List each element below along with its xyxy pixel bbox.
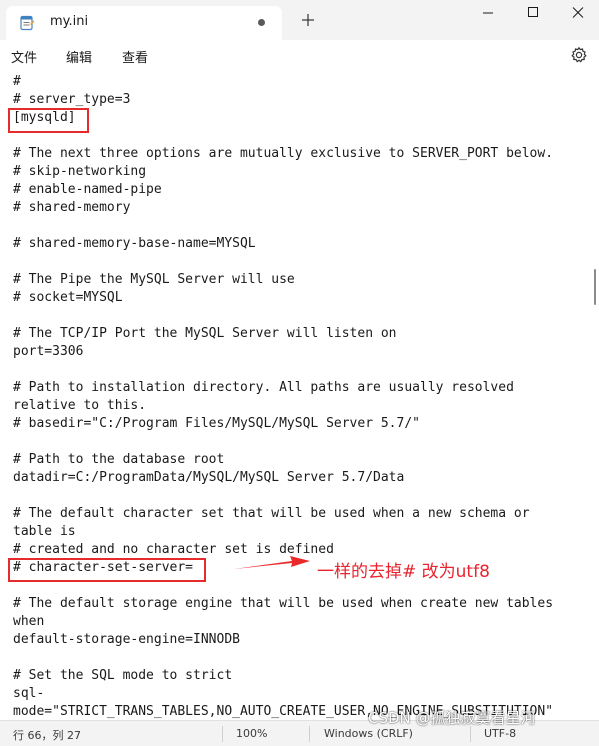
editor-line[interactable]: # enable-named-pipe [13, 181, 162, 199]
title-bar: my.ini [0, 0, 599, 40]
editor-line[interactable]: # basedir="C:/Program Files/MySQL/MySQL … [13, 415, 420, 433]
menu-file[interactable]: 文件 [11, 47, 37, 66]
editor-line[interactable]: sql- [13, 685, 44, 703]
menu-edit[interactable]: 编辑 [66, 47, 92, 66]
editor-line[interactable]: datadir=C:/ProgramData/MySQL/MySQL Serve… [13, 469, 404, 487]
maximize-icon [528, 7, 538, 17]
minimize-button[interactable] [467, 0, 509, 28]
status-divider [470, 726, 471, 742]
editor-line[interactable]: # skip-networking [13, 163, 146, 181]
document-tab[interactable]: my.ini [6, 6, 282, 40]
text-editor[interactable]: # # server_type=3 [mysqld] # The next th… [0, 72, 599, 720]
editor-line[interactable]: # shared-memory [13, 199, 130, 217]
close-button[interactable] [557, 0, 599, 28]
tab-title: my.ini [50, 14, 89, 29]
minimize-icon [483, 12, 493, 14]
editor-line[interactable]: # Set the SQL mode to strict [13, 667, 232, 685]
editor-line[interactable]: # socket=MYSQL [13, 289, 123, 307]
menu-view[interactable]: 查看 [122, 47, 148, 66]
editor-line[interactable]: # shared-memory-base-name=MYSQL [13, 235, 256, 253]
editor-line[interactable]: port=3306 [13, 343, 83, 361]
menu-bar: 文件 编辑 查看 [0, 40, 599, 72]
editor-line[interactable]: # The Pipe the MySQL Server will use [13, 271, 295, 289]
cursor-position: 行 66，列 27 [13, 729, 81, 742]
zoom-level[interactable]: 100% [236, 727, 267, 740]
editor-line[interactable]: table is [13, 523, 76, 541]
vertical-scrollbar-thumb[interactable] [594, 269, 596, 305]
editor-line[interactable]: # Path to the database root [13, 451, 224, 469]
editor-line[interactable]: # The default character set that will be… [13, 505, 530, 523]
watermark: CSDN @孤独寂寞看星河 [368, 709, 536, 727]
status-divider [309, 726, 310, 742]
new-tab-icon[interactable] [298, 10, 318, 30]
file-encoding[interactable]: UTF-8 [484, 727, 516, 740]
close-icon [572, 7, 584, 18]
gear-icon[interactable] [570, 46, 588, 64]
editor-line[interactable]: when [13, 613, 44, 631]
unsaved-indicator-icon[interactable] [258, 19, 265, 26]
maximize-button[interactable] [512, 0, 554, 28]
annotation-text: 一样的去掉# 改为utf8 [317, 562, 490, 582]
editor-line[interactable]: # The TCP/IP Port the MySQL Server will … [13, 325, 397, 343]
editor-line[interactable]: # The default storage engine that will b… [13, 595, 553, 613]
annotation-arrow-icon [234, 556, 310, 569]
editor-line[interactable]: # The next three options are mutually ex… [13, 145, 553, 163]
editor-line[interactable]: # server_type=3 [13, 91, 130, 109]
highlight-box-character-set [8, 558, 206, 582]
notepad-icon [20, 15, 35, 31]
highlight-box-mysqld [8, 108, 89, 133]
line-ending[interactable]: Windows (CRLF) [324, 727, 413, 740]
editor-line[interactable]: # Path to installation directory. All pa… [13, 379, 514, 397]
editor-line[interactable]: # [13, 73, 21, 91]
status-divider [222, 726, 223, 742]
editor-line[interactable]: relative to this. [13, 397, 146, 415]
editor-line[interactable]: default-storage-engine=INNODB [13, 631, 240, 649]
